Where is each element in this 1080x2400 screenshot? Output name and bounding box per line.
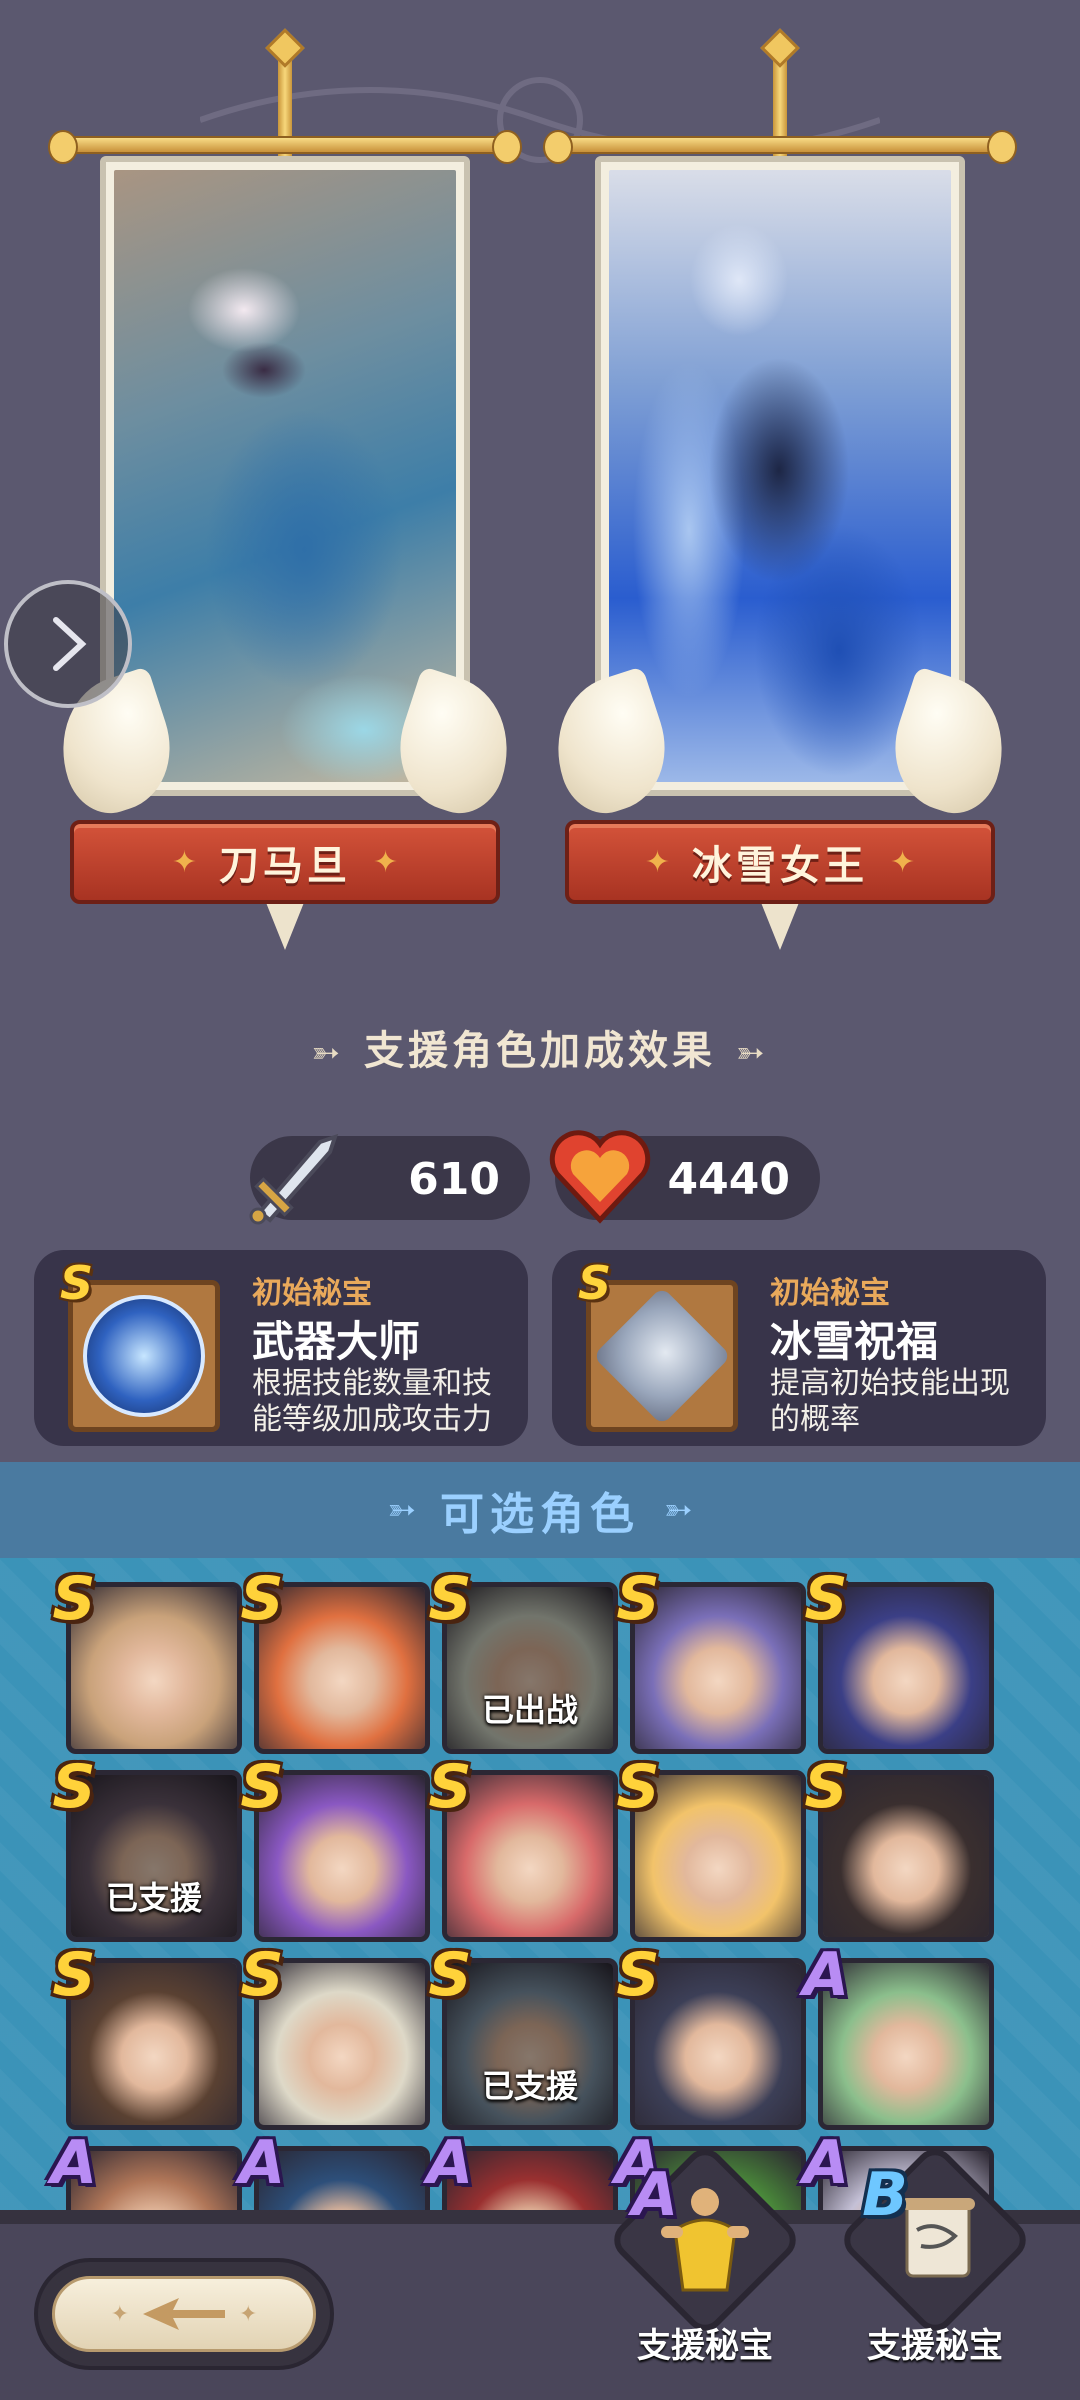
banner-tail [265,900,305,950]
rank-badge: A [802,2128,850,2198]
character-grid-area[interactable]: S S 已出战 S S S 已支援 S S S S S S S 已支援 S S A A A A A A [0,1558,1080,2210]
banner-bar [48,130,522,164]
hero-banner-right[interactable]: ✦ 冰雪女王 ✦ [537,28,1023,960]
rank-badge: A [50,2128,98,2198]
support-treasure-label: 支援秘宝 [867,2326,1003,2366]
banner-wings [42,666,528,840]
title-deco-icon: ➳ [311,1033,344,1073]
rank-badge: S [52,1940,96,2010]
rank-badge: S [428,1940,472,2010]
ice-blessing-icon [592,1286,732,1426]
treasure-card-weapon-master[interactable]: S 初始秘宝 武器大师 根据技能数量和技能等级加成攻击力 [34,1250,528,1446]
support-treasure-b-button[interactable]: B 支援秘宝 [835,2141,1035,2380]
back-button-inner: ✦ ✦ [52,2276,316,2352]
character-status: 已出战 [481,1691,578,1729]
title-deco-icon: ➳ [387,1490,417,1530]
title-deco-icon: ➳ [664,1490,693,1530]
rank-badge: S [240,1752,284,1822]
treasure-title: 武器大师 [252,1317,421,1366]
chevron-right-icon [53,617,87,671]
bonus-section-title: ➳ 支援角色加成效果 ➳ [0,1018,1080,1076]
treasure-desc: 根据技能数量和技能等级加成攻击力 [252,1366,492,1437]
next-hero-button[interactable] [4,580,132,708]
wing-right [382,666,528,824]
treasure-kind: 初始秘宝 [252,1276,372,1311]
banner-tail [760,900,800,950]
hp-value: 4440 [667,1154,790,1205]
support-treasure-label: 支援秘宝 [637,2326,773,2366]
wing-left [537,666,683,824]
attack-value: 610 [408,1154,500,1205]
rank-badge: S [60,1256,94,1310]
rank-badge: A [238,2128,286,2198]
hero-name: 刀马旦 [219,843,351,889]
wing-right [877,666,1023,824]
rank-badge: S [616,1940,660,2010]
ribbon-deco-icon: ✦ [373,844,399,880]
rank-badge: S [52,1564,96,1634]
bonus-title-text: 支援角色加成效果 [364,1028,716,1074]
rank-badge: B [862,2160,908,2230]
sparkle-icon: ✦ [110,2301,129,2327]
hero-name-ribbon: ✦ 刀马旦 ✦ [48,820,522,930]
weapon-master-icon [83,1295,205,1417]
rank-badge: A [426,2128,474,2198]
banner-bar [543,130,1017,164]
support-treasure-a-button[interactable]: A 支援秘宝 [605,2141,805,2380]
hero-banner-left[interactable]: ✦ 刀马旦 ✦ [42,28,528,960]
rank-badge: S [240,1940,284,2010]
rank-badge: S [52,1752,96,1822]
hp-stat: 4440 [549,1130,820,1224]
rank-badge: S [616,1564,660,1634]
rank-badge: A [631,2160,679,2230]
ribbon-deco-icon: ✦ [644,844,670,880]
rank-badge: S [804,1752,848,1822]
arrow-left-icon [143,2298,225,2330]
treasure-kind: 初始秘宝 [770,1276,890,1311]
rank-badge: S [616,1752,660,1822]
rank-badge: S [428,1752,472,1822]
back-button[interactable]: ✦ ✦ [34,2258,334,2370]
selectable-characters-header: ➳ 可选角色 ➳ [0,1462,1080,1558]
hero-name: 冰雪女王 [692,843,868,889]
rank-badge: S [240,1564,284,1634]
treasure-card-ice-blessing[interactable]: S 初始秘宝 冰雪祝福 提高初始技能出现的概率 [552,1250,1046,1446]
hero-name-ribbon: ✦ 冰雪女王 ✦ [543,820,1017,930]
heart-icon [549,1130,651,1224]
rank-badge: S [578,1256,612,1310]
rank-badge: S [804,1564,848,1634]
banner-wings [537,666,1023,840]
character-status: 已支援 [105,1879,202,1917]
rank-badge: A [802,1940,850,2010]
ribbon-deco-icon: ✦ [890,844,916,880]
rank-badge: S [428,1564,472,1634]
ribbon-deco-icon: ✦ [171,844,197,880]
treasure-title: 冰雪祝福 [770,1317,939,1366]
treasure-desc: 提高初始技能出现的概率 [770,1366,1010,1437]
sword-icon [249,1133,339,1225]
selectable-title: 可选角色 [440,1489,640,1540]
attack-stat: 610 [249,1133,530,1225]
title-deco-icon: ➳ [736,1033,769,1073]
character-status: 已支援 [481,2067,578,2105]
sparkle-icon: ✦ [239,2301,258,2327]
